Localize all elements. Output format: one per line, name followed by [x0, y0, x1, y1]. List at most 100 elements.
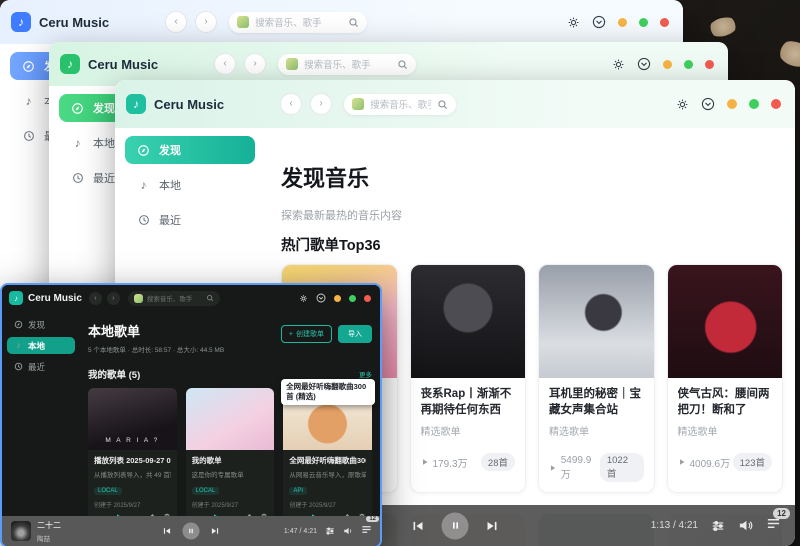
titlebar: ♪ Ceru Music ‹ › 搜索音乐、歌手 [2, 285, 380, 311]
import-button[interactable]: 导入 [338, 325, 372, 343]
minimize-dot-button[interactable] [334, 295, 341, 302]
sidebar-item-discover[interactable]: 发现 [125, 136, 255, 164]
volume-icon[interactable] [343, 526, 353, 536]
minimize-chevron-icon[interactable] [701, 97, 715, 111]
local-playlist-card[interactable]: 全网最好听嗨翻歌曲300首 (... 从网易云音乐导入，原歌单：全网... AP… [283, 388, 372, 525]
track-artist: 陶喆 [37, 533, 61, 543]
playlist-badge: 精选歌单 [549, 423, 644, 438]
close-dot-button[interactable] [705, 60, 714, 69]
maximize-dot-button[interactable] [749, 99, 759, 109]
maximize-dot-button[interactable] [684, 60, 693, 69]
clock-icon [137, 214, 150, 226]
search-placeholder: 搜索音乐、歌手 [255, 15, 342, 29]
minimize-chevron-icon[interactable] [316, 293, 326, 303]
search-input[interactable]: 搜索音乐、歌手 [128, 291, 220, 306]
source-tag: LOCAL [192, 487, 220, 495]
settings-gear-icon[interactable] [676, 98, 689, 111]
app-title: Ceru Music [28, 293, 82, 304]
app-title: Ceru Music [88, 57, 158, 72]
now-playing-art[interactable] [11, 521, 31, 541]
app-logo-icon: ♪ [126, 94, 146, 114]
pause-button[interactable] [183, 523, 200, 540]
close-dot-button[interactable] [771, 99, 781, 109]
search-input[interactable]: 搜索音乐、歌手 [229, 12, 367, 33]
maximize-dot-button[interactable] [349, 295, 356, 302]
music-note-icon: ♪ [14, 341, 23, 350]
sidebar-item-recent[interactable]: 最近 [7, 358, 75, 375]
pause-icon [188, 528, 195, 535]
local-header-row: 本地歌单 5 个本地歌单 · 总时长: 58:57 · 总大小: 44.5 MB… [88, 321, 372, 354]
playlist-badge: 精选歌单 [678, 423, 773, 438]
next-track-icon[interactable] [211, 527, 220, 536]
equalizer-icon[interactable] [711, 519, 725, 533]
back-button[interactable]: ‹ [214, 53, 236, 75]
back-button[interactable]: ‹ [280, 93, 302, 115]
volume-icon[interactable] [738, 518, 753, 533]
sidebar-item-recent[interactable]: 最近 [125, 206, 255, 234]
transport-controls [412, 512, 499, 539]
playlist-card[interactable]: 丧系Rap丨渐渐不再期待任何东西 精选歌单 179.3万 28首 [410, 264, 527, 493]
playlist-badge: 精选歌单 [421, 423, 516, 438]
local-playlists-page: 本地歌单 5 个本地歌单 · 总时长: 58:57 · 总大小: 44.5 MB… [80, 311, 380, 546]
pause-button[interactable] [442, 512, 469, 539]
forward-button[interactable]: › [244, 53, 266, 75]
song-count-pill: 1022首 [600, 453, 644, 482]
next-track-icon[interactable] [486, 519, 499, 532]
source-tag: LOCAL [94, 487, 122, 495]
sidebar-label: 发现 [28, 319, 45, 331]
local-playlist-card[interactable]: M A R I A ? 播放列表 2025-09-27 07:23 从播放列表导… [88, 388, 177, 525]
search-icon[interactable] [206, 294, 214, 302]
previous-track-icon[interactable] [412, 519, 425, 532]
equalizer-icon[interactable] [325, 526, 335, 536]
minimize-dot-button[interactable] [727, 99, 737, 109]
minimize-dot-button[interactable] [618, 18, 627, 27]
playlist-cover [539, 265, 654, 378]
search-icon[interactable] [348, 17, 359, 28]
forward-button[interactable]: › [107, 292, 120, 305]
play-icon [549, 464, 557, 472]
created-date: 创建于 2025/9/27 [289, 500, 366, 509]
minimize-chevron-icon[interactable] [592, 15, 606, 29]
local-playlist-card[interactable]: 我的歌单 这是你的专属歌单 LOCAL 创建于 2025/9/27 [186, 388, 275, 525]
time-display: 1:13 / 4:21 [651, 520, 698, 531]
search-input[interactable]: 搜索音乐、歌手 [278, 54, 416, 75]
close-dot-button[interactable] [364, 295, 371, 302]
section-more-link[interactable]: 更多 [359, 369, 372, 379]
create-playlist-button[interactable]: +创建歌单 [281, 325, 332, 343]
sidebar: 发现 ♪ 本地 最近 [2, 311, 80, 546]
sidebar-item-local[interactable]: ♪ 本地 [7, 337, 75, 354]
minimize-chevron-icon[interactable] [637, 57, 651, 71]
created-date: 创建于 2025/9/27 [192, 500, 269, 509]
playlist-card[interactable]: 侠气古风：腰间两把刀！断和了 精选歌单 4009.6万 123首 [667, 264, 784, 493]
search-icon[interactable] [437, 99, 448, 110]
sidebar-label: 最近 [28, 361, 45, 373]
queue-button[interactable]: 12 [361, 522, 372, 540]
search-icon[interactable] [397, 59, 408, 70]
play-icon [421, 458, 429, 466]
playlist-stats: 4009.6万 123首 [678, 453, 773, 471]
settings-gear-icon[interactable] [612, 58, 625, 71]
close-dot-button[interactable] [660, 18, 669, 27]
player-right-cluster: 1:13 / 4:21 12 [651, 516, 781, 536]
forward-button[interactable]: › [310, 93, 332, 115]
playlist-title: 播放列表 2025-09-27 07:23 [94, 455, 171, 466]
sidebar-item-local[interactable]: ♪ 本地 [125, 171, 255, 199]
previous-track-icon[interactable] [163, 527, 172, 536]
settings-gear-icon[interactable] [567, 16, 580, 29]
section-title: 我的歌单 (5) [88, 367, 140, 381]
playlist-card[interactable]: 耳机里的秘密｜宝藏女声集合站 精选歌单 5499.9万 1022首 [538, 264, 655, 493]
maximize-dot-button[interactable] [639, 18, 648, 27]
queue-button[interactable]: 12 [766, 516, 781, 536]
music-note-icon: ♪ [22, 95, 35, 107]
forward-button[interactable]: › [195, 11, 217, 33]
settings-gear-icon[interactable] [299, 294, 308, 303]
music-note-icon: ♪ [71, 137, 84, 149]
sidebar-item-discover[interactable]: 发现 [7, 316, 75, 333]
search-input[interactable]: 搜索音乐、歌手 [344, 94, 456, 115]
back-button[interactable]: ‹ [89, 292, 102, 305]
app-title: Ceru Music [154, 97, 224, 112]
playlist-cover: M A R I A ? [88, 388, 177, 450]
back-button[interactable]: ‹ [165, 11, 187, 33]
playlist-stats: 5499.9万 1022首 [549, 453, 644, 482]
minimize-dot-button[interactable] [663, 60, 672, 69]
